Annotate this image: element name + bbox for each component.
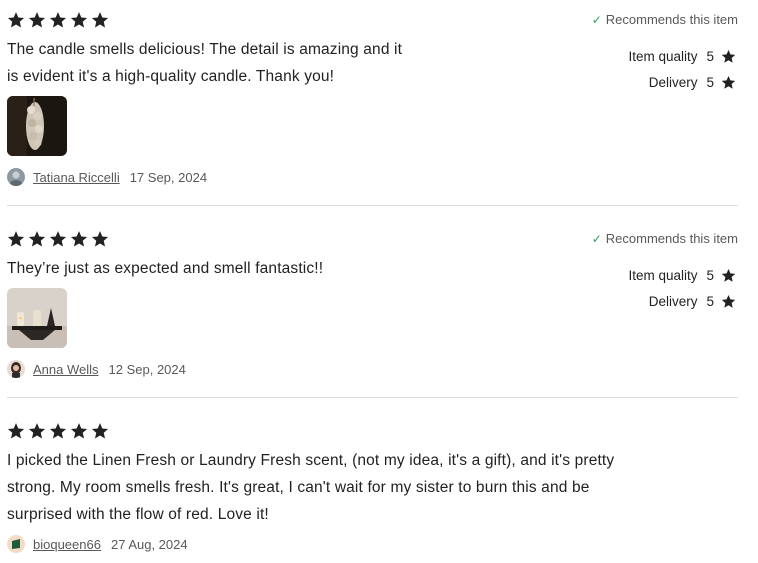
item-quality-label: Item quality — [628, 49, 698, 64]
star-icon — [49, 12, 67, 28]
star-icon — [721, 75, 736, 89]
author-link[interactable]: Anna Wells — [33, 362, 99, 377]
review-text: They’re just as expected and smell fanta… — [7, 260, 324, 277]
avatar — [7, 535, 25, 553]
star-icon — [49, 231, 67, 247]
star-icon — [7, 12, 25, 28]
candles-shelf-photo-image — [7, 288, 67, 348]
review-text: I picked the Linen Fresh or Laundry Fres… — [7, 452, 615, 523]
star-icon — [49, 423, 67, 439]
review-meta: Tatiana Riccelli 17 Sep, 2024 — [7, 168, 207, 186]
checkmark-icon: ✓ — [591, 13, 602, 27]
delivery-rating: Delivery 5 — [649, 294, 736, 309]
divider — [7, 205, 738, 206]
recommends-label: Recommends this item — [605, 231, 738, 246]
avatar — [7, 360, 25, 378]
star-icon — [7, 423, 25, 439]
review-text: The candle smells delicious! The detail … — [7, 41, 403, 85]
author-link[interactable]: Tatiana Riccelli — [33, 170, 120, 185]
star-icon — [28, 423, 46, 439]
recommends-item: ✓ Recommends this item — [592, 12, 738, 27]
delivery-rating: Delivery 5 — [649, 75, 736, 90]
review-star-rating — [7, 11, 109, 29]
star-icon — [91, 12, 109, 28]
star-icon — [28, 231, 46, 247]
star-icon — [28, 12, 46, 28]
review-date: 17 Sep, 2024 — [129, 169, 208, 185]
review-photo[interactable] — [7, 288, 67, 348]
star-icon — [721, 268, 736, 282]
item-quality-value: 5 — [706, 268, 714, 283]
star-icon — [7, 231, 25, 247]
review-star-rating — [7, 422, 109, 440]
delivery-label: Delivery — [648, 75, 698, 90]
recommends-item: ✓ Recommends this item — [592, 231, 738, 246]
item-quality-value: 5 — [706, 49, 714, 64]
avatar — [7, 168, 25, 186]
star-icon — [70, 12, 88, 28]
item-quality-rating: Item quality 5 — [628, 268, 736, 283]
delivery-value: 5 — [706, 75, 714, 90]
review-meta: bioqueen66 27 Aug, 2024 — [7, 535, 188, 553]
review-meta: Anna Wells 12 Sep, 2024 — [7, 360, 186, 378]
divider — [7, 397, 738, 398]
star-icon — [91, 423, 109, 439]
item-quality-label: Item quality — [628, 268, 698, 283]
star-icon — [91, 231, 109, 247]
checkmark-icon: ✓ — [591, 232, 602, 246]
review-star-rating — [7, 230, 109, 248]
review-date: 27 Aug, 2024 — [110, 536, 188, 552]
recommends-label: Recommends this item — [605, 12, 738, 27]
delivery-label: Delivery — [648, 294, 698, 309]
review-date: 12 Sep, 2024 — [108, 361, 186, 377]
star-icon — [721, 294, 736, 308]
item-quality-rating: Item quality 5 — [628, 49, 736, 64]
review-photo[interactable] — [7, 96, 67, 156]
delivery-value: 5 — [706, 294, 714, 309]
star-icon — [70, 231, 88, 247]
star-icon — [721, 49, 736, 63]
author-link[interactable]: bioqueen66 — [33, 537, 101, 552]
candle-photo-image — [7, 96, 67, 156]
star-icon — [70, 423, 88, 439]
